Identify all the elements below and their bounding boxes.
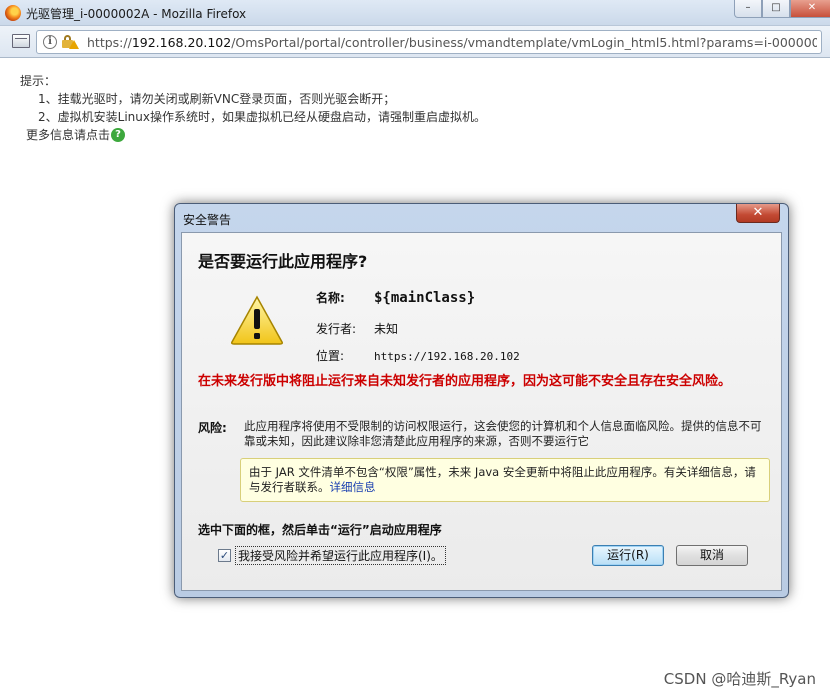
risk-label: 风险: xyxy=(198,421,227,435)
location-label: 位置: xyxy=(316,349,345,363)
url-text[interactable]: https://192.168.20.102/OmsPortal/portal/… xyxy=(87,35,817,51)
dialog-close-button[interactable]: ✕ xyxy=(736,204,780,223)
app-name-row: 名称: ${mainClass} xyxy=(316,289,475,306)
window-controls: – □ ✕ xyxy=(734,0,830,18)
name-value: ${mainClass} xyxy=(374,290,476,306)
url-path: /OmsPortal/portal/controller/business/vm… xyxy=(231,35,817,50)
publisher-value: 未知 xyxy=(374,322,399,336)
navigation-bar: i https://192.168.20.102/OmsPortal/porta… xyxy=(0,26,830,58)
tips-heading: 提示： xyxy=(20,74,57,88)
minimize-button[interactable]: – xyxy=(734,0,762,18)
red-warning-text: 在未来发行版中将阻止运行来自未知发行者的应用程序，因为这可能不安全且存在安全风险… xyxy=(198,374,732,389)
close-window-button[interactable]: ✕ xyxy=(790,0,830,18)
more-info-row: 更多信息请点击 ? xyxy=(26,126,486,144)
url-host: 192.168.20.102 xyxy=(131,35,232,50)
dialog-title: 安全警告 xyxy=(183,213,232,227)
info-icon[interactable]: i xyxy=(43,35,57,49)
accept-risk-row[interactable]: ✓ 我接受风险并希望运行此应用程序(I)。 xyxy=(218,546,446,565)
dialog-body: 是否要运行此应用程序? 名称: ${mainClass} 发行者: 未知 位置: ht… xyxy=(181,232,782,591)
warning-triangle-icon xyxy=(231,295,283,345)
url-prefix: https:// xyxy=(87,35,132,50)
publisher-label: 发行者: xyxy=(316,322,357,336)
tip-item: 2、虚拟机安装Linux操作系统时，如果虚拟机已经从硬盘启动，请强制重启虚拟机。 xyxy=(38,110,486,124)
name-label: 名称: xyxy=(316,291,345,305)
window-title: 光驱管理_i-0000002A - Mozilla Firefox xyxy=(26,7,247,21)
more-info-text: 更多信息请点击 xyxy=(26,128,111,142)
maximize-button[interactable]: □ xyxy=(762,0,790,18)
more-details-link[interactable]: 详细信息 xyxy=(330,480,376,494)
location-row: 位置: https://192.168.20.102 xyxy=(316,347,520,364)
risk-text: 此应用程序将使用不受限制的访问权限运行，这会使您的计算机和个人信息面临风险。提供… xyxy=(244,419,762,448)
url-bar[interactable]: i https://192.168.20.102/OmsPortal/porta… xyxy=(36,30,822,54)
tips-block: 提示： 1、挂载光驱时，请勿关闭或刷新VNC登录页面，否则光驱会断开； 2、虚拟… xyxy=(20,72,486,144)
dialog-question: 是否要运行此应用程序? xyxy=(198,252,368,271)
watermark-text: CSDN @哈迪斯_Ryan xyxy=(663,670,816,688)
page-icon xyxy=(12,34,30,48)
accept-risk-label[interactable]: 我接受风险并希望运行此应用程序(I)。 xyxy=(235,546,446,565)
window-titlebar: 光驱管理_i-0000002A - Mozilla Firefox – □ ✕ xyxy=(0,0,830,26)
cancel-button[interactable]: 取消 xyxy=(676,545,748,566)
warning-small-icon xyxy=(69,40,79,49)
run-button[interactable]: 运行(R) xyxy=(592,545,664,566)
jar-notice-box: 由于 JAR 文件清单不包含“权限”属性，未来 Java 安全更新中将阻止此应用… xyxy=(240,458,770,502)
jar-notice-text: 由于 JAR 文件清单不包含“权限”属性，未来 Java 安全更新中将阻止此应用… xyxy=(249,465,756,494)
security-warning-dialog: 安全警告 ✕ 是否要运行此应用程序? 名称: ${mainClass} 发行者: 未… xyxy=(174,203,789,598)
select-instruction: 选中下面的框，然后单击“运行”启动应用程序 xyxy=(198,523,442,537)
location-value: https://192.168.20.102 xyxy=(374,350,520,363)
firefox-logo-icon xyxy=(5,5,21,21)
help-icon[interactable]: ? xyxy=(111,128,126,142)
tip-item: 1、挂载光驱时，请勿关闭或刷新VNC登录页面，否则光驱会断开； xyxy=(38,92,396,106)
accept-risk-checkbox[interactable]: ✓ xyxy=(218,549,231,562)
publisher-row: 发行者: 未知 xyxy=(316,320,398,337)
